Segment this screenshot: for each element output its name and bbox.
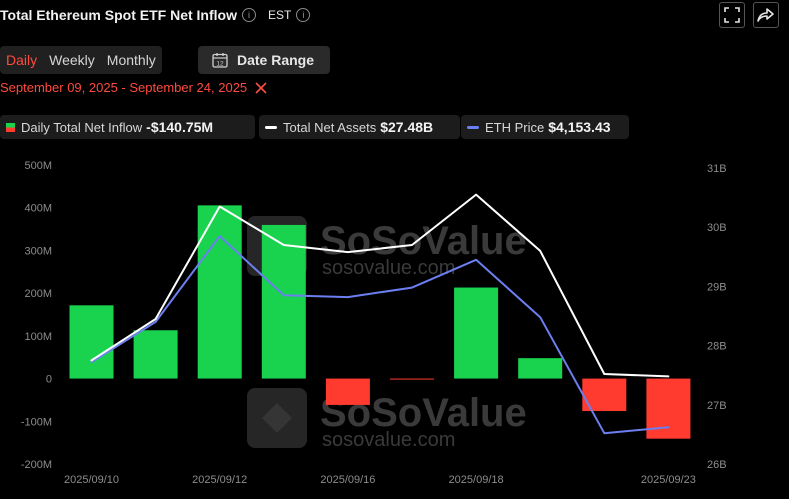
inflow-bar (261, 224, 306, 379)
left-axis-tick-label: 500M (24, 160, 52, 172)
toolbar (719, 2, 779, 28)
left-axis-tick-label: 400M (24, 203, 52, 215)
inflow-bar (69, 305, 114, 379)
x-axis-tick-label: 2025/09/10 (64, 474, 119, 486)
legend-value: -$140.75M (146, 119, 214, 135)
left-axis-tick-label: 200M (24, 288, 52, 300)
net-inflow-swatch (6, 122, 15, 132)
left-axis-tick-label: 300M (24, 245, 52, 257)
watermark-url: sosovalue.com (322, 429, 455, 451)
x-axis: 2025/09/10 2025/09/12 2025/09/16 2025/09/18… (64, 474, 696, 486)
legend-name: Total Net Assets (283, 119, 377, 135)
inflow-bar (518, 358, 563, 379)
left-axis-tick-label: 0 (46, 374, 52, 386)
right-axis: 31B 30B 29B 28B 27B 26B (707, 163, 727, 471)
right-axis-tick-label: 29B (707, 281, 727, 293)
legend-value: $4,153.43 (548, 119, 611, 135)
legend-net-inflow[interactable]: Daily Total Net Inflow -$140.75M (0, 115, 255, 139)
close-icon[interactable] (255, 81, 267, 94)
share-button[interactable] (753, 2, 779, 28)
watermark-logo-icon (247, 388, 307, 448)
calendar-icon: 12 (212, 53, 228, 68)
total-net-assets-swatch (265, 125, 277, 129)
fullscreen-button[interactable] (719, 2, 745, 28)
info-icon[interactable]: i (241, 8, 256, 22)
right-axis-tick-label: 28B (707, 341, 727, 353)
right-axis-tick-label: 31B (707, 163, 727, 175)
watermark-url: sosovalue.com (322, 257, 455, 279)
legend-name: Daily Total Net Inflow (21, 119, 143, 135)
inflow-chart: SoSoValue sosovalue.com SoSoValue sosova… (21, 160, 727, 486)
eth-price-swatch (467, 125, 479, 129)
x-axis-tick-label: 2025/09/16 (320, 474, 375, 486)
right-axis-tick-label: 30B (707, 222, 727, 234)
legend-eth-price[interactable]: ETH Price $4,153.43 (461, 115, 629, 139)
legend-value: $27.48B (380, 119, 434, 135)
timezone-label: EST (267, 8, 292, 22)
right-axis-tick-label: 27B (707, 400, 727, 412)
calendar-icon-number: 12 (216, 60, 224, 67)
selected-date-range-text: September 09, 2025 - September 24, 2025 (0, 80, 248, 95)
inflow-bar (325, 378, 370, 405)
timezone-info-icon[interactable]: i (296, 8, 311, 22)
inflow-bar (133, 330, 178, 379)
tab-weekly[interactable]: Weekly (43, 46, 101, 74)
fullscreen-icon (724, 7, 740, 23)
selected-date-range: September 09, 2025 - September 24, 2025 (0, 80, 267, 95)
page-title: Total Ethereum Spot ETF Net Inflow (0, 7, 237, 23)
share-icon (757, 8, 774, 22)
left-axis-tick-label: 100M (24, 331, 52, 343)
header: Total Ethereum Spot ETF Net Inflow i EST… (0, 4, 311, 26)
left-axis-tick-label: -200M (21, 459, 52, 471)
period-tabs: Daily Weekly Monthly (0, 46, 162, 74)
x-axis-tick-label: 2025/09/18 (449, 474, 504, 486)
legend-total-net-assets[interactable]: Total Net Assets $27.48B (259, 115, 460, 139)
inflow-bar (197, 205, 242, 379)
left-axis-tick-label: -100M (21, 416, 52, 428)
tab-daily[interactable]: Daily (0, 46, 43, 74)
legend-name: ETH Price (485, 119, 545, 135)
x-axis-tick-label: 2025/09/12 (192, 474, 247, 486)
inflow-bar (454, 287, 499, 379)
inflow-bar (390, 378, 434, 380)
x-axis-tick-label: 2025/09/23 (641, 474, 696, 486)
date-range-button[interactable]: 12 Date Range (198, 46, 330, 74)
right-axis-tick-label: 26B (707, 459, 727, 471)
date-range-label: Date Range (237, 52, 315, 68)
left-axis: 500M 400M 300M 200M 100M 0 -100M -200M (21, 160, 52, 471)
tab-monthly[interactable]: Monthly (101, 46, 162, 74)
